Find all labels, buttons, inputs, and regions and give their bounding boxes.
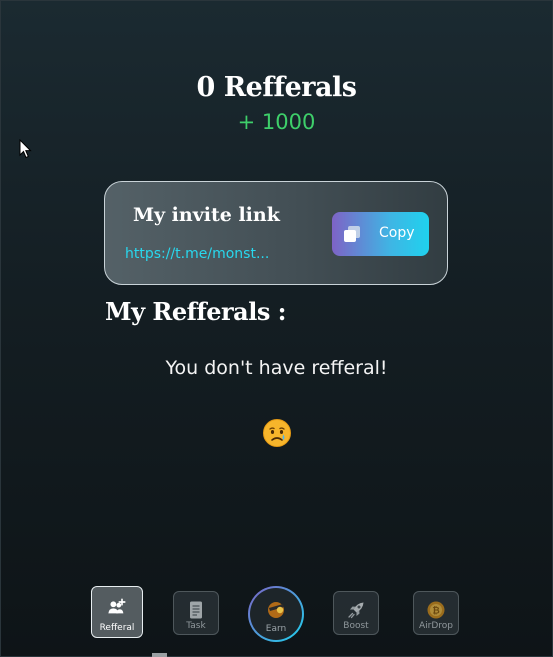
nav-item-airdrop[interactable]: ₿ AirDrop (413, 591, 459, 635)
coin-icon: ₿ (427, 601, 445, 619)
referral-count-title: 0 Refferals (196, 72, 357, 103)
nav-label-airdrop: AirDrop (418, 621, 453, 631)
copy-icon (344, 226, 360, 242)
nav-label-earn: Earn (265, 624, 287, 634)
nav-label-task: Task (186, 621, 206, 631)
add-user-icon (108, 598, 126, 614)
bottom-navigation: Refferal Task Earn Boost ₿ AirDrop (0, 585, 553, 641)
crying-face-icon (263, 419, 291, 447)
scroll-indicator (152, 653, 167, 657)
mouse-cursor-icon (19, 139, 32, 159)
nav-label-refferal: Refferal (99, 623, 135, 633)
earn-icon (268, 602, 284, 618)
nav-item-refferal[interactable]: Refferal (91, 586, 143, 638)
nav-label-boost: Boost (343, 621, 369, 631)
invite-link-text[interactable]: https://t.me/monst... (125, 246, 269, 262)
copy-button[interactable]: Copy (332, 212, 429, 256)
nav-item-boost[interactable]: Boost (333, 591, 379, 635)
invite-link-heading: My invite link (133, 204, 280, 226)
my-referrals-heading: My Refferals : (105, 297, 287, 326)
nav-item-earn[interactable]: Earn (248, 586, 304, 642)
document-icon (190, 601, 202, 619)
copy-button-label: Copy (379, 225, 415, 241)
rocket-icon (348, 602, 364, 619)
svg-text:₿: ₿ (432, 606, 439, 617)
empty-referrals-message: You don't have refferal! (165, 357, 388, 379)
invite-link-card: My invite link https://t.me/monst... Cop… (104, 181, 448, 285)
nav-item-task[interactable]: Task (173, 591, 219, 635)
bonus-amount: + 1000 (237, 110, 316, 134)
